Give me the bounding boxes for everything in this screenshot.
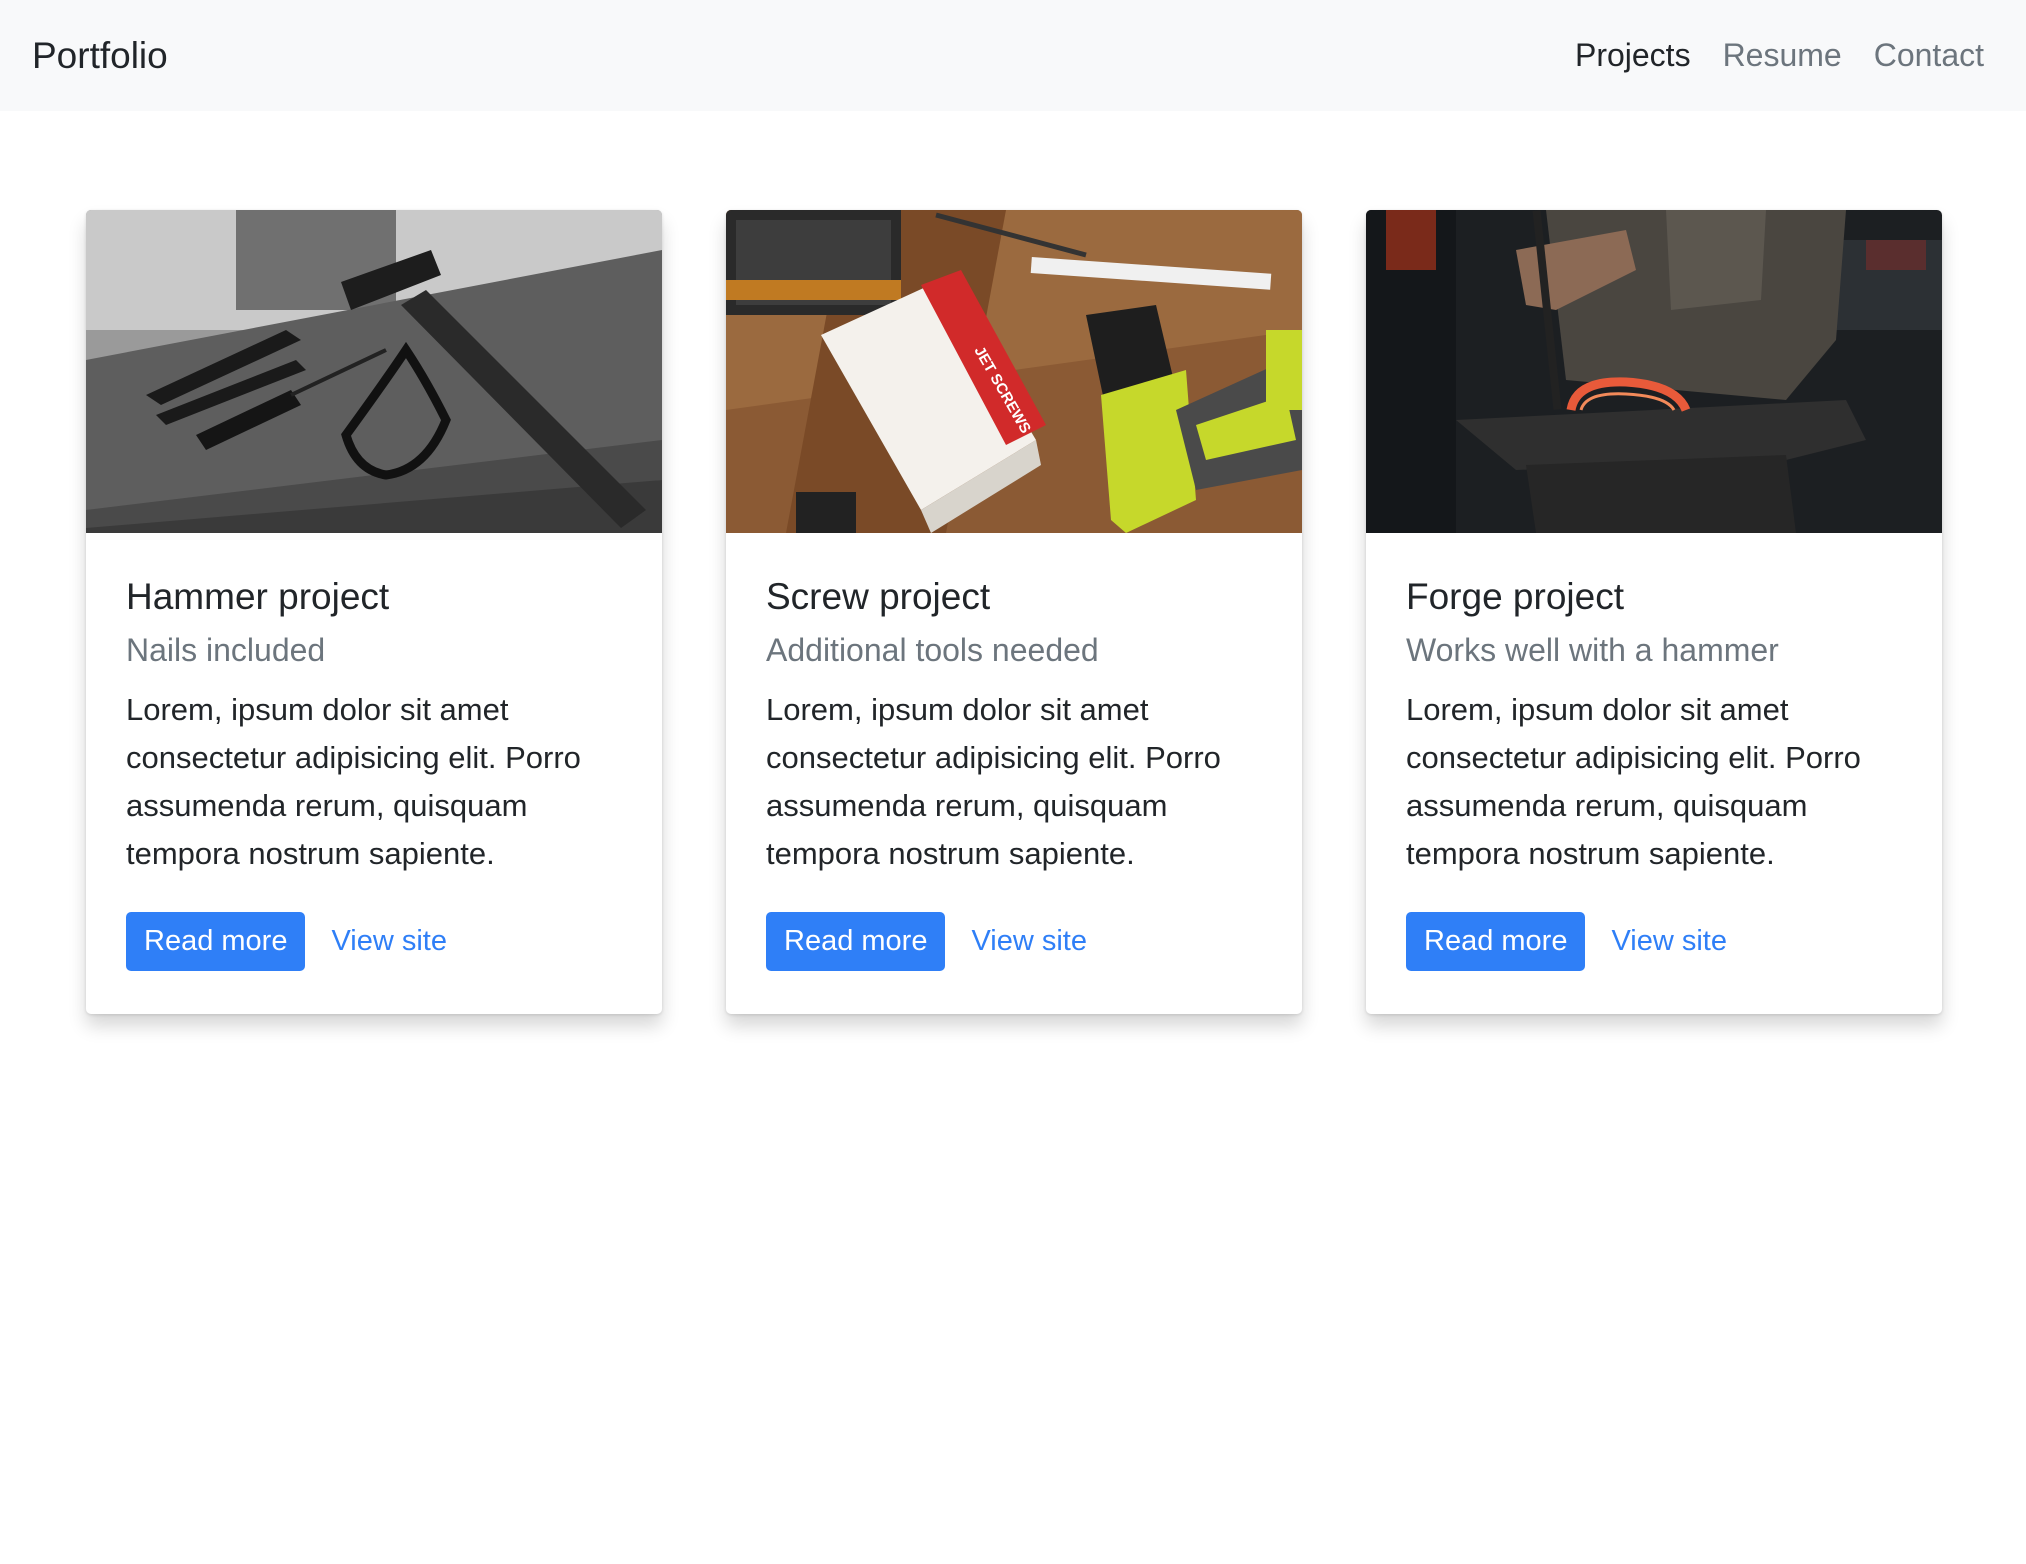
read-more-button[interactable]: Read more — [126, 911, 306, 971]
read-more-button[interactable]: Read more — [766, 911, 946, 971]
card-title: Screw project — [766, 576, 991, 617]
card-subtitle: Works well with a hammer — [1406, 632, 1779, 669]
card-actions: Read more View site — [126, 911, 622, 971]
nav-links: Projects Resume Contact — [1575, 37, 1994, 74]
card-text: Lorem, ipsum dolor sit amet consectetur … — [766, 691, 1221, 871]
card-title: Hammer project — [126, 576, 390, 617]
brand-link[interactable]: Portfolio — [32, 35, 168, 77]
card-body: Forge project Works well with a hammer L… — [1366, 533, 1942, 1011]
card-subtitle: Additional tools needed — [766, 632, 1099, 669]
project-cards: Hammer project Nails included Lorem, ips… — [86, 210, 1942, 1014]
project-card-screw: JET SCREWS Screw project Additional tool… — [726, 210, 1302, 1014]
nav-resume-link[interactable]: Resume — [1723, 37, 1842, 74]
hammer-pliers-screwdriver-photo — [86, 210, 662, 533]
card-actions: Read more View site — [1406, 911, 1902, 971]
view-site-link[interactable]: View site — [331, 925, 447, 958]
card-actions: Read more View site — [766, 911, 1262, 971]
project-card-hammer: Hammer project Nails included Lorem, ips… — [86, 210, 662, 1014]
nav-projects-link[interactable]: Projects — [1575, 37, 1691, 74]
drill-and-screws-box-photo: JET SCREWS — [726, 210, 1302, 533]
card-title: Forge project — [1406, 576, 1624, 617]
card-text: Lorem, ipsum dolor sit amet consectetur … — [1406, 691, 1861, 871]
project-card-forge: Forge project Works well with a hammer L… — [1366, 210, 1942, 1014]
view-site-link[interactable]: View site — [971, 925, 1087, 958]
read-more-button[interactable]: Read more — [1406, 911, 1586, 971]
card-body: Hammer project Nails included Lorem, ips… — [86, 533, 662, 1011]
navbar: Portfolio Projects Resume Contact — [0, 0, 2026, 111]
card-body: Screw project Additional tools needed Lo… — [726, 533, 1302, 1011]
blacksmith-anvil-horseshoe-photo — [1366, 210, 1942, 533]
card-subtitle: Nails included — [126, 632, 326, 669]
card-text: Lorem, ipsum dolor sit amet consectetur … — [126, 691, 581, 871]
nav-contact-link[interactable]: Contact — [1874, 37, 1984, 74]
view-site-link[interactable]: View site — [1611, 925, 1727, 958]
